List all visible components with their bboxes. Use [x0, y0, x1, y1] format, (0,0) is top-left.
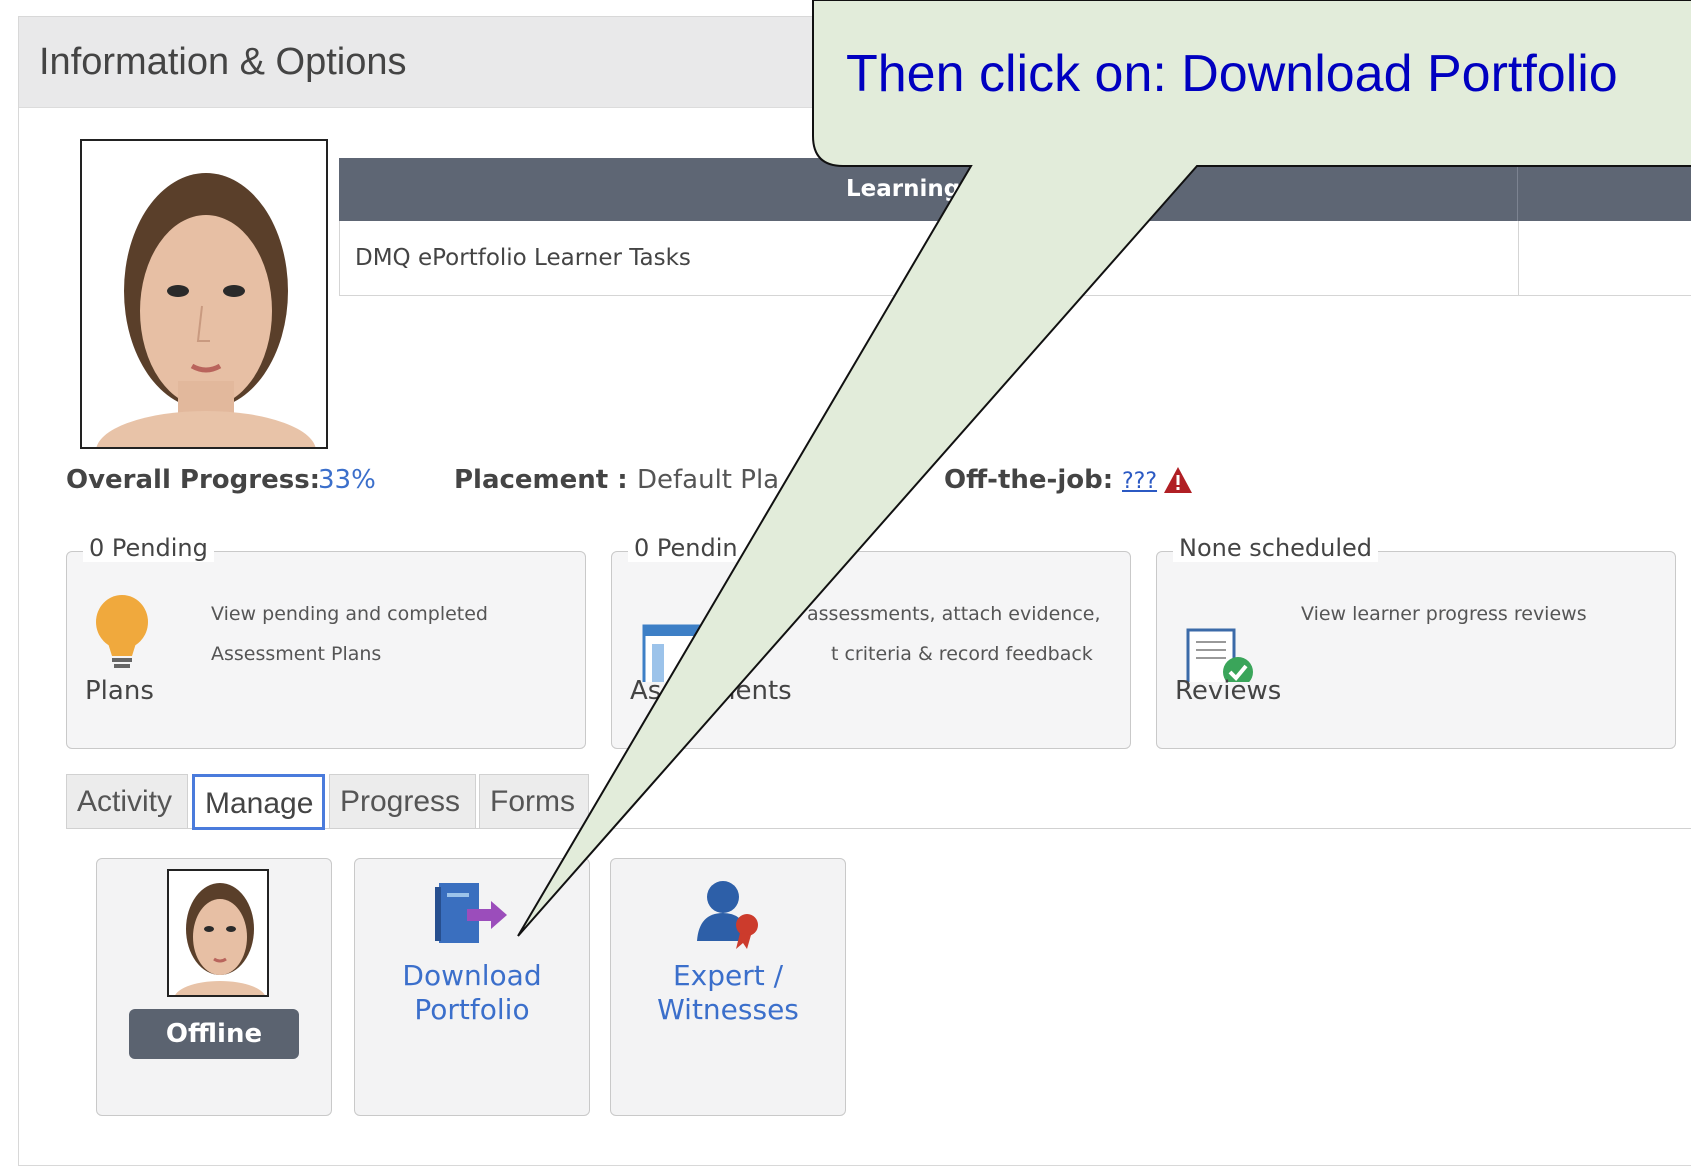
- expert-witnesses-label-line1: Expert /: [672, 959, 784, 992]
- lightbulb-icon: [96, 595, 148, 668]
- download-portfolio-label-line1: Download: [402, 959, 542, 992]
- download-portfolio-icon: [435, 883, 507, 943]
- expert-witnesses-tile[interactable]: Expert / Witnesses: [610, 858, 846, 1116]
- reviews-legend: None scheduled: [1173, 534, 1379, 562]
- reviews-box[interactable]: None scheduled View learner progress rev…: [1156, 534, 1676, 749]
- table-header: Learning: [339, 158, 1691, 221]
- download-portfolio-label: Download Portfolio: [355, 959, 589, 1027]
- table-header-label: Learning: [846, 176, 961, 202]
- learner-thumbnail: [167, 869, 269, 997]
- plans-box[interactable]: 0 Pending View pending and completed Ass…: [66, 534, 586, 749]
- reviews-title: Reviews: [1175, 676, 1282, 706]
- reviews-description-line1: View learner progress reviews: [1301, 603, 1587, 625]
- placement-value: Default Pla: [637, 465, 780, 495]
- assessments-pending-legend: 0 Pendin: [628, 534, 744, 562]
- overall-progress-label: Overall Progress:: [66, 465, 321, 495]
- offline-tile[interactable]: Offline: [96, 858, 332, 1116]
- tab-activity[interactable]: Activity: [66, 774, 188, 828]
- download-portfolio-tile[interactable]: Download Portfolio: [354, 858, 590, 1116]
- offjob-link[interactable]: ???: [1122, 469, 1157, 494]
- assessments-description-line1: assessments, attach evidence,: [807, 603, 1101, 625]
- tab-forms[interactable]: Forms: [479, 774, 589, 828]
- plans-description-line1: View pending and completed: [211, 603, 488, 625]
- assessment-window-icon: [642, 624, 722, 682]
- reviews-description: View learner progress reviews: [1301, 594, 1671, 634]
- learner-photo: [80, 139, 328, 449]
- expert-witnesses-label-line2: Witnesses: [657, 993, 799, 1026]
- download-portfolio-label-line2: Portfolio: [414, 993, 530, 1026]
- panel-title: Information & Options: [39, 41, 407, 83]
- overall-progress-value: 33%: [318, 465, 376, 495]
- assessments-title-right: nents: [719, 676, 792, 706]
- tab-manage[interactable]: Manage: [192, 774, 325, 830]
- plans-title: Plans: [85, 676, 154, 706]
- expert-witness-icon: [697, 881, 758, 949]
- offline-badge: Offline: [129, 1009, 299, 1059]
- review-checklist-icon: [1186, 628, 1253, 682]
- table-row[interactable]: DMQ ePortfolio Learner Tasks: [339, 221, 1691, 296]
- warning-icon: [1164, 467, 1192, 493]
- assessments-description-line2: t criteria & record feedback: [831, 643, 1093, 665]
- assessments-box[interactable]: 0 Pendin assessments, attach evidence, t…: [611, 534, 1131, 749]
- table-row-label: DMQ ePortfolio Learner Tasks: [355, 245, 691, 271]
- assessments-description: assessments, attach evidence, t criteria…: [807, 594, 1177, 674]
- expert-witnesses-label: Expert / Witnesses: [611, 959, 845, 1027]
- tab-progress[interactable]: Progress: [329, 774, 476, 828]
- placement-label: Placement :: [454, 465, 628, 495]
- plans-pending-legend: 0 Pending: [83, 534, 214, 562]
- offjob-label: Off-the-job:: [944, 465, 1114, 495]
- plans-description-line2: Assessment Plans: [211, 643, 382, 665]
- callout-text: Then click on: Download Portfolio: [846, 45, 1618, 103]
- learning-table: Learning DMQ ePortfolio Learner Tasks: [339, 158, 1691, 296]
- plans-description: View pending and completed Assessment Pl…: [211, 594, 581, 674]
- assessments-title-left: As: [630, 676, 662, 706]
